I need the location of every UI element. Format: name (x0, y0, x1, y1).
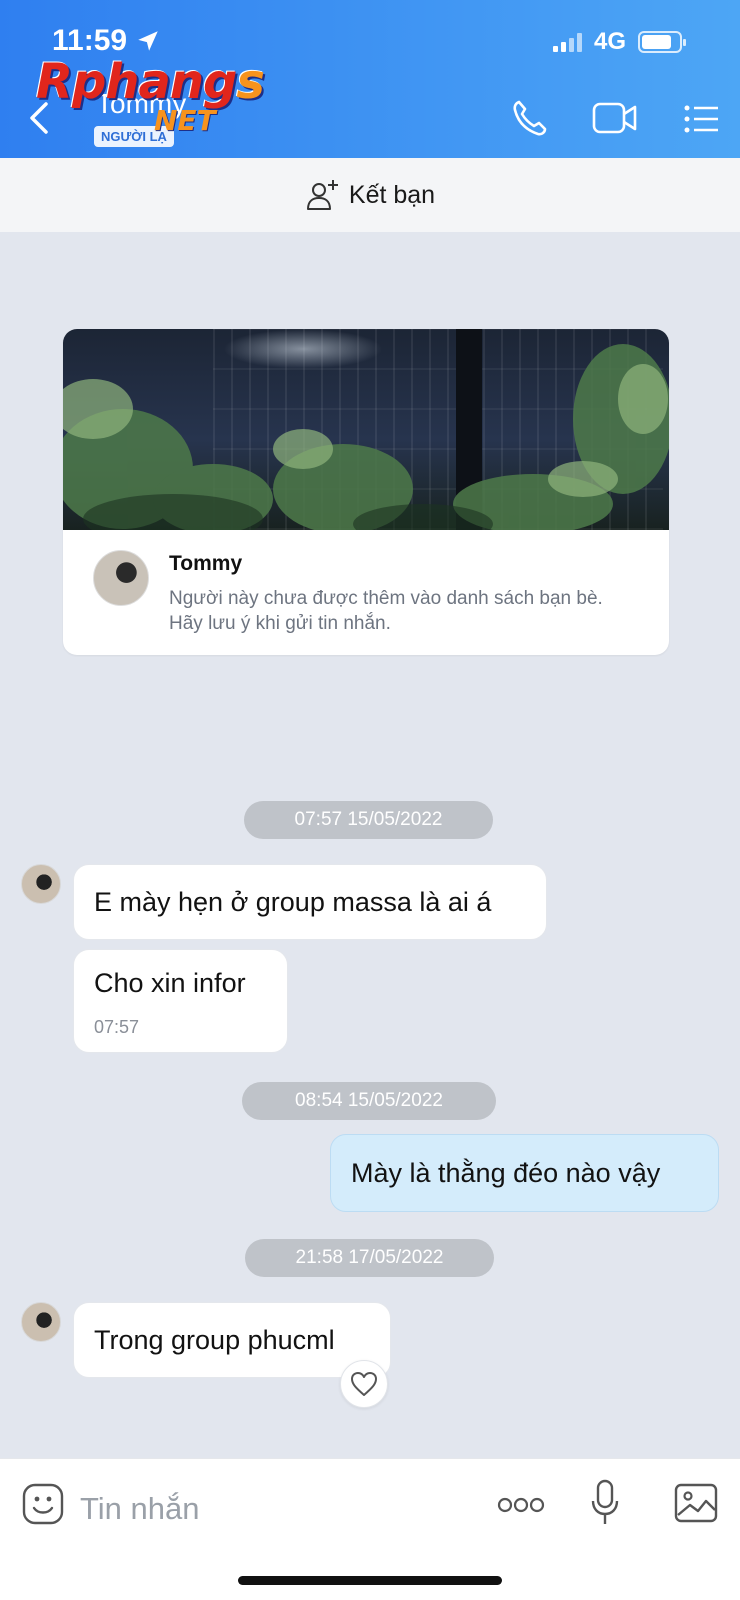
received-message[interactable]: Trong group phucml (73, 1302, 391, 1378)
avatar[interactable] (21, 864, 61, 904)
battery-icon (638, 31, 686, 53)
heart-icon (351, 1372, 377, 1396)
image-icon[interactable] (674, 1483, 718, 1523)
status-time: 11:59 (52, 24, 161, 58)
stranger-badge: NGƯỜI LẠ (94, 126, 174, 147)
message-text: E mày hẹn ở group massa là ai á (94, 886, 492, 917)
date-separator: 08:54 15/05/2022 (242, 1082, 496, 1120)
add-friend-label: Kết bạn (348, 180, 436, 209)
sticker-icon[interactable] (22, 1483, 64, 1525)
profile-avatar[interactable] (93, 550, 149, 606)
sent-message[interactable]: Mày là thằng đéo nào vậy (330, 1134, 719, 1212)
received-message[interactable]: Cho xin infor 07:57 (73, 949, 288, 1053)
network-label: 4G (593, 28, 626, 55)
more-icon[interactable] (497, 1497, 545, 1513)
clock: 11:59 (52, 24, 128, 57)
add-friend-button[interactable]: Kết bạn (0, 158, 740, 232)
date-separator: 07:57 15/05/2022 (244, 801, 493, 839)
profile-name: Tommy (169, 552, 243, 575)
phone-icon[interactable] (510, 98, 548, 138)
back-icon[interactable] (24, 100, 54, 136)
message-text: Trong group phucml (94, 1324, 335, 1355)
avatar[interactable] (21, 1302, 61, 1342)
message-input[interactable] (80, 1479, 460, 1539)
stranger-warning: Người này chưa được thêm vào danh sách b… (169, 588, 603, 634)
contact-name[interactable]: Tommy (96, 88, 186, 120)
received-message[interactable]: E mày hẹn ở group massa là ai á (73, 864, 547, 940)
menu-icon[interactable] (684, 104, 720, 134)
home-indicator[interactable] (238, 1576, 502, 1585)
video-call-icon[interactable] (592, 102, 638, 134)
microphone-icon[interactable] (590, 1479, 620, 1527)
message-text: Mày là thằng đéo nào vậy (351, 1157, 661, 1188)
signal-icon (552, 32, 582, 52)
message-text: Cho xin infor (94, 968, 246, 998)
chat-header: 11:59 4G Tommy NGƯỜI LẠ Rphangs NET (0, 0, 740, 158)
cover-photo (63, 329, 669, 530)
message-time: 07:57 (94, 1017, 140, 1037)
status-indicators: 4G (552, 28, 686, 56)
date-separator: 21:58 17/05/2022 (245, 1239, 494, 1277)
react-heart-button[interactable] (340, 1360, 388, 1408)
profile-card[interactable]: Tommy Người này chưa được thêm vào danh … (63, 329, 669, 655)
add-user-icon (306, 180, 338, 210)
location-arrow-icon (138, 31, 158, 51)
